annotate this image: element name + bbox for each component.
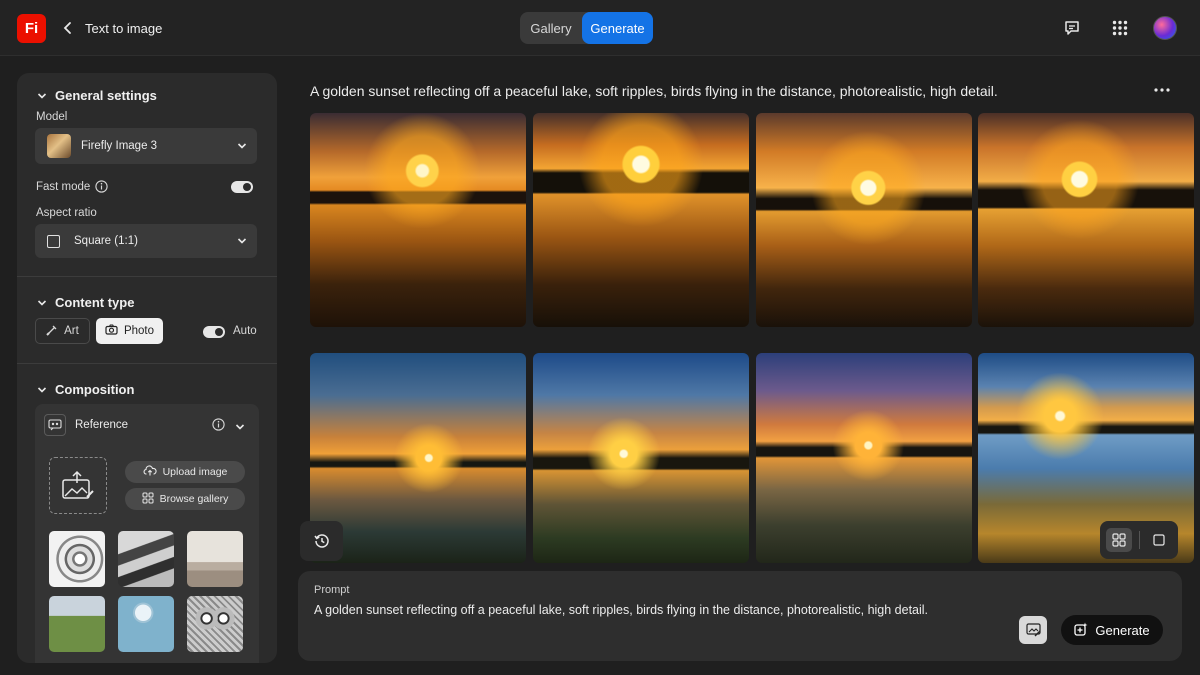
- reference-thumbnail-field[interactable]: [49, 596, 105, 652]
- view-toggle: [1100, 521, 1178, 559]
- back-chevron-icon[interactable]: [60, 18, 76, 38]
- prompt-heading: A golden sunset reflecting off a peacefu…: [310, 83, 998, 99]
- settings-panel: General settings Model Firefly Image 3 F…: [17, 73, 277, 663]
- chevron-down-icon: [37, 298, 47, 308]
- model-value: Firefly Image 3: [81, 140, 158, 152]
- sparkle-icon: [1074, 622, 1088, 639]
- fast-mode-toggle[interactable]: [231, 181, 253, 193]
- reference-thumbnail-sketch[interactable]: [49, 531, 105, 587]
- aspect-value: Square (1:1): [74, 235, 138, 247]
- divider: [1139, 531, 1140, 549]
- user-avatar[interactable]: [1153, 16, 1177, 40]
- prompt-label: Prompt: [314, 584, 350, 596]
- firefly-logo[interactable]: Fi: [17, 14, 46, 43]
- section-title: Content type: [55, 295, 135, 310]
- generated-image[interactable]: [756, 113, 972, 327]
- chevron-down-icon[interactable]: [235, 419, 245, 437]
- chevron-down-icon: [37, 385, 47, 395]
- aspect-ratio-label: Aspect ratio: [36, 207, 97, 219]
- info-icon[interactable]: [212, 418, 225, 436]
- reference-thumbnail-owl[interactable]: [187, 596, 243, 652]
- general-settings-header[interactable]: General settings: [37, 88, 157, 103]
- art-chip[interactable]: Art: [35, 318, 90, 344]
- upload-image-button[interactable]: Upload image: [125, 461, 245, 483]
- generated-image[interactable]: [756, 353, 972, 563]
- auto-toggle[interactable]: [203, 326, 225, 338]
- model-select[interactable]: Firefly Image 3: [35, 128, 257, 164]
- square-icon: [47, 234, 60, 248]
- chevron-down-icon: [237, 236, 247, 249]
- reference-label: Reference: [75, 419, 129, 431]
- photo-chip[interactable]: Photo: [96, 318, 163, 344]
- composition-header[interactable]: Composition: [37, 382, 134, 397]
- upload-drop-zone[interactable]: [49, 457, 107, 514]
- browse-gallery-button[interactable]: Browse gallery: [125, 488, 245, 510]
- fast-mode-label: Fast mode: [36, 181, 91, 193]
- content-type-header[interactable]: Content type: [37, 295, 134, 310]
- aspect-ratio-select[interactable]: Square (1:1): [35, 224, 257, 258]
- chevron-down-icon: [237, 141, 247, 154]
- apps-grid-icon[interactable]: [1108, 16, 1132, 40]
- reference-card: Reference Upload image Browse gallery: [35, 404, 259, 663]
- reference-thumbnail-interior[interactable]: [187, 531, 243, 587]
- image-upload-icon: [62, 470, 94, 499]
- feedback-icon[interactable]: [1060, 16, 1084, 40]
- reference-thumbnail-road[interactable]: [118, 531, 174, 587]
- history-icon: [313, 534, 329, 548]
- generated-image[interactable]: [533, 113, 749, 327]
- divider: [17, 363, 277, 364]
- browse-label: Browse gallery: [159, 493, 229, 505]
- divider: [17, 276, 277, 277]
- art-label: Art: [64, 325, 79, 337]
- reference-icon: [44, 414, 66, 436]
- generate-tab[interactable]: Generate: [582, 12, 653, 44]
- mode-switcher: Gallery Generate: [520, 12, 653, 44]
- generated-image[interactable]: [310, 113, 526, 327]
- section-title: General settings: [55, 88, 157, 103]
- model-label: Model: [36, 111, 68, 123]
- upload-label: Upload image: [162, 466, 228, 478]
- reference-thumbnail-sphere[interactable]: [118, 596, 174, 652]
- gallery-grid-icon: [142, 492, 154, 507]
- generate-label: Generate: [1095, 622, 1150, 638]
- history-button[interactable]: [300, 521, 343, 561]
- prompt-box[interactable]: Prompt A golden sunset reflecting off a …: [298, 571, 1182, 661]
- grid-view-icon[interactable]: [1106, 528, 1132, 552]
- photo-label: Photo: [123, 325, 155, 337]
- cloud-upload-icon: [143, 465, 157, 479]
- generate-button[interactable]: Generate: [1061, 615, 1163, 645]
- top-bar: Fi Text to image Gallery Generate: [0, 0, 1200, 56]
- generated-image[interactable]: [978, 113, 1194, 327]
- auto-label: Auto: [233, 325, 257, 337]
- single-view-icon[interactable]: [1146, 528, 1172, 552]
- style-reference-icon[interactable]: [1019, 616, 1047, 644]
- chevron-down-icon: [37, 91, 47, 101]
- generated-image[interactable]: [533, 353, 749, 563]
- section-title: Composition: [55, 382, 135, 397]
- camera-icon: [105, 324, 118, 338]
- more-options-icon[interactable]: [1152, 82, 1172, 98]
- gallery-tab[interactable]: Gallery: [520, 12, 582, 44]
- model-thumbnail: [47, 134, 71, 158]
- brush-icon: [46, 324, 58, 339]
- page-title: Text to image: [85, 21, 163, 36]
- prompt-input[interactable]: A golden sunset reflecting off a peacefu…: [314, 603, 928, 617]
- info-icon[interactable]: [95, 180, 108, 198]
